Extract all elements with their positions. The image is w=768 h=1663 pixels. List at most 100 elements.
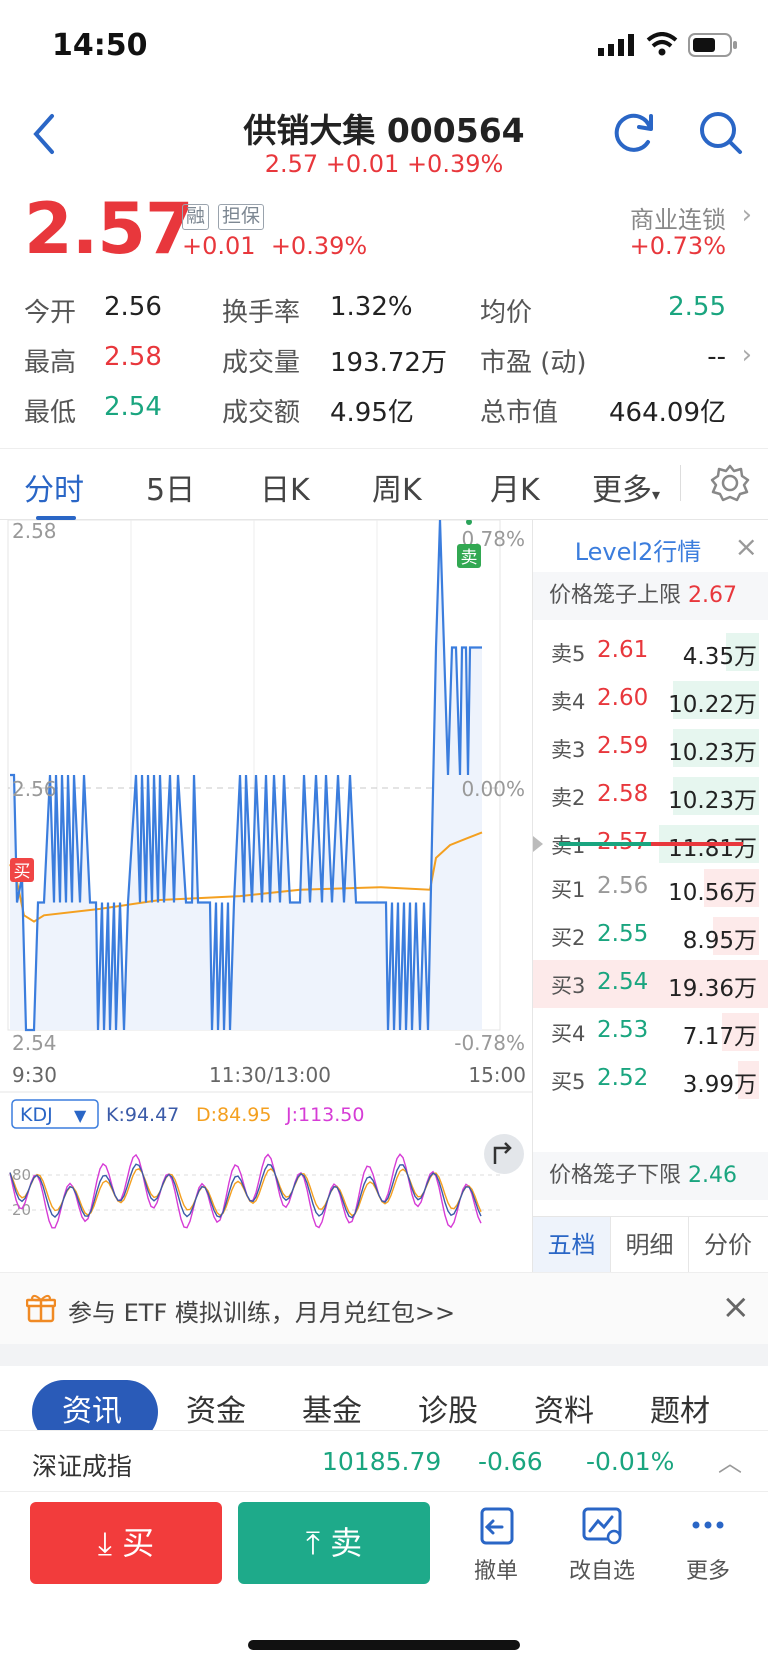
edit-watchlist-label: 改自选 bbox=[568, 1559, 635, 1584]
stat-label: 最低 bbox=[24, 398, 77, 428]
cage-lower-value: 2.46 bbox=[688, 1163, 737, 1188]
level2-tabs: 五档 明细 分价 bbox=[533, 1216, 768, 1273]
edit-watchlist-button[interactable]: 改自选 bbox=[552, 1505, 652, 1585]
tab-more[interactable]: 更多▾ bbox=[592, 465, 660, 509]
kdj-20-label: 20 bbox=[12, 1201, 31, 1219]
tab-diagnose[interactable]: 诊股 bbox=[418, 1386, 478, 1430]
ask-price: 2.58 bbox=[597, 781, 649, 807]
sell-point bbox=[466, 520, 472, 525]
index-ticker[interactable]: 深证成指 10185.79 -0.66 -0.01% ︿ bbox=[0, 1430, 768, 1492]
tab-monthly-k[interactable]: 月K bbox=[490, 465, 540, 509]
chevron-up-icon[interactable]: ︿ bbox=[718, 1443, 742, 1478]
change-pct: +0.39% bbox=[270, 232, 368, 260]
search-icon[interactable] bbox=[694, 106, 746, 158]
sell-button[interactable]: ⤒ 卖 bbox=[238, 1502, 430, 1584]
tab-details[interactable]: 明细 bbox=[611, 1217, 689, 1273]
wifi-icon bbox=[646, 32, 678, 56]
ask-row[interactable]: 卖5 2.61 4.35万 bbox=[533, 628, 768, 676]
cancel-order-icon bbox=[480, 1507, 514, 1545]
tab-themes[interactable]: 题材 bbox=[650, 1386, 710, 1430]
bid-volume: 19.36万 bbox=[668, 976, 757, 1002]
tab-funds[interactable]: 资金 bbox=[186, 1386, 246, 1430]
bid-price: 2.54 bbox=[597, 969, 649, 995]
stat-value: 2.58 bbox=[104, 342, 162, 372]
tab-news[interactable]: 资讯 bbox=[62, 1386, 122, 1430]
tab-intraday[interactable]: 分时 bbox=[24, 465, 84, 509]
ask-price: 2.61 bbox=[597, 637, 649, 663]
time-mid-label: 11:30/13:00 bbox=[209, 1063, 331, 1087]
stat-label: 总市值 bbox=[480, 398, 559, 428]
bid-row[interactable]: 买2 2.55 8.95万 bbox=[533, 912, 768, 960]
intraday-chart[interactable]: 2.58 2.56 2.54 0.78% 0.00% -0.78% 9:30 1… bbox=[0, 520, 532, 1272]
bid-row[interactable]: 买1 2.56 10.56万 bbox=[533, 864, 768, 912]
section-gap bbox=[0, 1344, 768, 1366]
index-value: 10185.79 bbox=[322, 1447, 442, 1476]
promo-text: 参与 ETF 模拟训练，月月兑红包>> bbox=[68, 1299, 456, 1327]
stat-value: 464.09亿 bbox=[609, 398, 726, 428]
change-value: +0.01 bbox=[182, 232, 256, 260]
ask-row[interactable]: 卖4 2.60 10.22万 bbox=[533, 676, 768, 724]
refresh-icon[interactable] bbox=[608, 106, 660, 158]
home-indicator bbox=[248, 1640, 520, 1650]
kdj-k-value: K:94.47 bbox=[106, 1104, 179, 1126]
rotate-button[interactable] bbox=[484, 1134, 524, 1174]
promo-banner[interactable]: 参与 ETF 模拟训练，月月兑红包>> × bbox=[0, 1272, 768, 1344]
stat-value: 193.72万 bbox=[330, 348, 447, 378]
close-icon[interactable]: × bbox=[722, 1287, 751, 1327]
caret-down-icon: ▼ bbox=[74, 1106, 87, 1125]
cage-upper-value: 2.67 bbox=[688, 583, 737, 608]
current-price: 2.57 bbox=[24, 188, 194, 270]
sell-marker-label: 卖 bbox=[461, 548, 478, 568]
battery-icon bbox=[688, 33, 737, 57]
ask-row[interactable]: 卖3 2.59 10.23万 bbox=[533, 724, 768, 772]
more-icon bbox=[692, 1521, 724, 1529]
guarantee-tag: 担保 bbox=[218, 204, 265, 230]
sell-arrow-icon: ⤒ bbox=[305, 1524, 320, 1562]
gear-icon[interactable] bbox=[710, 463, 750, 503]
tab-five-levels[interactable]: 五档 bbox=[533, 1217, 611, 1273]
buy-button[interactable]: ⤓ 买 bbox=[30, 1502, 222, 1584]
stat-label: 今开 bbox=[24, 298, 77, 328]
tab-weekly-k[interactable]: 周K bbox=[372, 465, 422, 509]
kdj-80-label: 80 bbox=[12, 1166, 31, 1184]
chart-tabs: 分时 5日 日K 周K 月K 更多▾ bbox=[0, 448, 768, 520]
stat-label[interactable]: 市盈 (动) bbox=[480, 342, 587, 379]
price-low-label: 2.54 bbox=[12, 1031, 57, 1055]
bid-row[interactable]: 买5 2.52 3.99万 bbox=[533, 1056, 768, 1104]
ask-label: 卖5 bbox=[551, 642, 586, 666]
time-start-label: 9:30 bbox=[12, 1063, 57, 1087]
kdj-d-value: D:84.95 bbox=[196, 1104, 271, 1126]
tab-price-dist[interactable]: 分价 bbox=[689, 1217, 767, 1273]
close-icon[interactable]: × bbox=[735, 530, 758, 563]
bid-row[interactable]: 买4 2.53 7.17万 bbox=[533, 1008, 768, 1056]
stat-label: 成交量 bbox=[222, 348, 301, 378]
price-high-label: 2.58 bbox=[12, 520, 57, 543]
cage-upper-label: 价格笼子上限 bbox=[549, 583, 682, 608]
bid-row[interactable]: 买3 2.54 19.36万 bbox=[533, 960, 768, 1008]
kdj-label: KDJ bbox=[20, 1104, 53, 1126]
order-split-bar bbox=[533, 836, 743, 852]
bid-volume: 10.56万 bbox=[668, 880, 757, 906]
ask-volume: 10.23万 bbox=[668, 740, 757, 766]
pct-low-label: -0.78% bbox=[454, 1031, 525, 1055]
cancel-order-button[interactable]: 撤单 bbox=[446, 1505, 546, 1585]
margin-tag: 融 bbox=[182, 204, 210, 230]
ask-row[interactable]: 卖2 2.58 10.23万 bbox=[533, 772, 768, 820]
bid-label: 买2 bbox=[551, 926, 586, 950]
level2-panel: Level2行情 × 价格笼子上限 2.67 卖5 2.61 4.35万 卖4 2.60… bbox=[532, 520, 768, 1273]
level2-title[interactable]: Level2行情 bbox=[533, 532, 743, 567]
chevron-right-icon: › bbox=[741, 340, 752, 370]
more-label: 更多 bbox=[685, 1559, 730, 1584]
bid-volume: 8.95万 bbox=[682, 928, 757, 954]
stat-value: 2.55 bbox=[668, 292, 726, 322]
tab-fund[interactable]: 基金 bbox=[302, 1386, 362, 1430]
tab-profile[interactable]: 资料 bbox=[534, 1386, 594, 1430]
buy-marker-label: 买 bbox=[14, 862, 31, 882]
ask-label: 卖2 bbox=[551, 786, 586, 810]
gift-icon bbox=[26, 1294, 56, 1323]
tab-5day[interactable]: 5日 bbox=[146, 465, 195, 509]
industry-link[interactable]: 商业连锁 bbox=[630, 200, 726, 235]
more-button[interactable]: 更多 bbox=[658, 1505, 758, 1585]
tab-daily-k[interactable]: 日K bbox=[260, 465, 310, 509]
ask-label: 卖4 bbox=[551, 690, 586, 714]
